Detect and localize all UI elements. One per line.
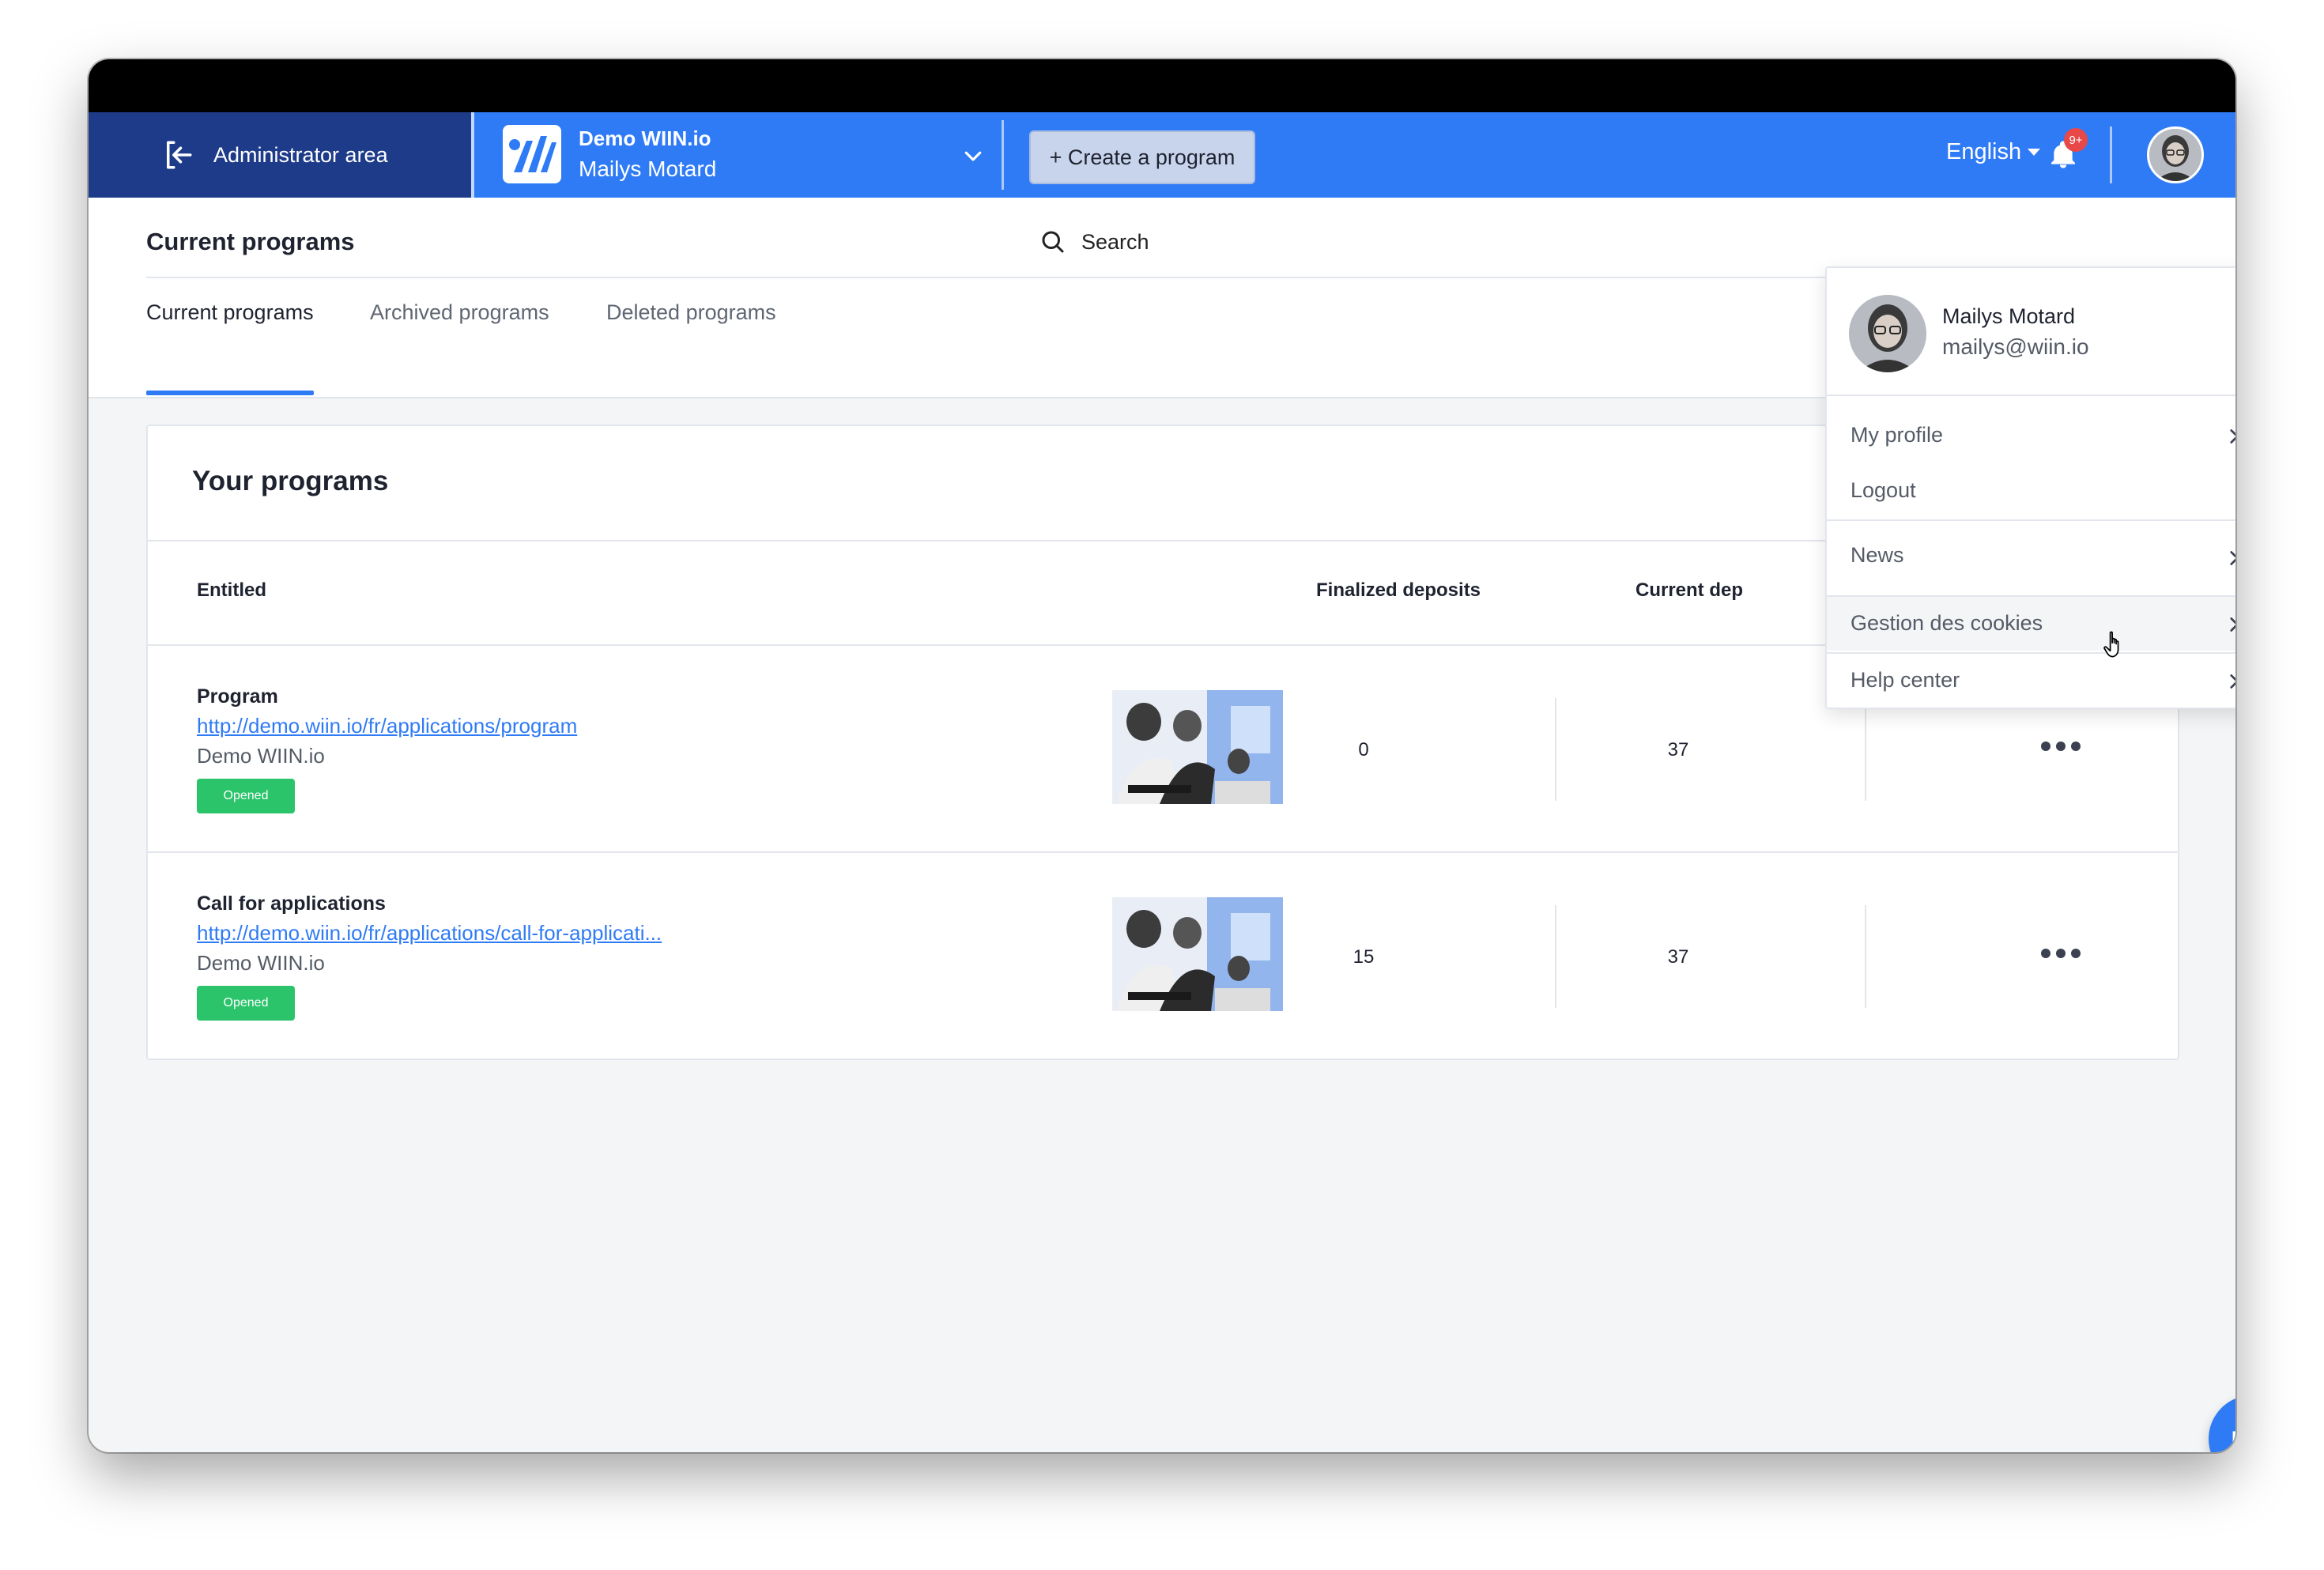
avatar [1849, 295, 1926, 372]
status-badge: Opened [197, 986, 295, 1021]
program-name: Program [197, 685, 278, 708]
divider [1555, 698, 1556, 801]
organization-name: Demo WIIN.io [579, 126, 711, 150]
administrator-area-button[interactable]: Administrator area [89, 112, 471, 198]
chevron-right-icon [2230, 429, 2235, 443]
search-icon [1042, 231, 1064, 253]
table-row: Call for applications http://demo.wiin.i… [148, 853, 2178, 1060]
help-button[interactable]: Help [2209, 1395, 2235, 1452]
nav-divider [2110, 126, 2112, 183]
nav-divider [1002, 120, 1004, 190]
finalized-deposits-value: 0 [1358, 739, 1369, 760]
menu-item-label: Logout [1851, 478, 1916, 502]
nav-divider [471, 112, 474, 198]
user-name: Mailys Motard [1942, 304, 2076, 328]
menu-item-label: Gestion des cookies [1851, 611, 2043, 635]
chevron-right-icon [2230, 551, 2235, 565]
column-header-finalized-deposits: Finalized deposits [1316, 579, 1481, 601]
chevron-down-icon[interactable] [961, 144, 985, 168]
create-program-button[interactable]: + Create a program [1029, 130, 1255, 184]
active-tab-indicator [146, 391, 314, 395]
program-name: Call for applications [197, 893, 386, 915]
chevron-right-icon [2230, 674, 2235, 689]
administrator-area-label: Administrator area [213, 142, 388, 167]
notification-badge: 9+ [2064, 128, 2088, 152]
language-label: English [1946, 139, 2022, 164]
browser-window: Administrator area Demo WIIN.io Mailys M… [89, 59, 2235, 1452]
menu-item-label: My profile [1851, 423, 1944, 447]
more-options-icon[interactable] [2040, 739, 2081, 753]
program-organization: Demo WIIN.io [197, 951, 325, 975]
current-deposits-value: 37 [1667, 739, 1689, 760]
tab-current-programs[interactable]: Current programs [146, 300, 314, 325]
organization-user: Mailys Motard [579, 157, 717, 181]
menu-item-my-profile[interactable]: My profile [1827, 413, 2235, 458]
divider [1555, 905, 1556, 1008]
program-link[interactable]: http://demo.wiin.io/fr/applications/prog… [197, 714, 577, 738]
column-header-current-deposits: Current dep [1635, 579, 1744, 601]
tab-archived-programs[interactable]: Archived programs [370, 300, 549, 325]
card-title: Your programs [192, 466, 389, 496]
hand-cursor-icon [2103, 631, 2119, 658]
search-field[interactable]: Search [1039, 228, 1149, 256]
menu-item-label: News [1851, 543, 1904, 567]
divider [1827, 394, 2235, 396]
wiin-logo [503, 125, 561, 183]
organization-switcher[interactable]: Demo WIIN.io Mailys Motard [471, 112, 1013, 198]
exit-icon [167, 141, 192, 169]
user-avatar-button[interactable] [2147, 126, 2204, 183]
user-menu-dropdown: Mailys Motard mailys@wiin.io My profile … [1825, 266, 2235, 709]
program-organization: Demo WIIN.io [197, 744, 325, 768]
menu-item-logout[interactable]: Logout [1827, 469, 2235, 513]
divider [1827, 519, 2235, 521]
menu-item-news[interactable]: News [1827, 523, 2235, 594]
more-options-icon[interactable] [2040, 946, 2081, 960]
finalized-deposits-value: 15 [1353, 946, 1375, 968]
tab-deleted-programs[interactable]: Deleted programs [606, 300, 776, 325]
page-title: Current programs [146, 228, 355, 255]
program-link[interactable]: http://demo.wiin.io/fr/applications/call… [197, 921, 662, 945]
divider [1865, 698, 1866, 801]
top-navbar: Administrator area Demo WIIN.io Mailys M… [89, 112, 2235, 198]
menu-item-cookie-management[interactable]: Gestion des cookies [1827, 597, 2235, 651]
program-thumbnail [1112, 897, 1283, 1011]
search-placeholder: Search [1081, 229, 1149, 254]
user-email: mailys@wiin.io [1942, 334, 2089, 359]
menu-item-label: Help center [1851, 668, 1960, 692]
language-selector[interactable]: English [1946, 139, 2041, 165]
chevron-right-icon [2230, 617, 2235, 632]
menu-item-help-center[interactable]: Help center [1827, 654, 2235, 706]
divider [1865, 905, 1866, 1008]
caret-down-icon [2028, 149, 2041, 156]
column-header-entitled: Entitled [197, 579, 266, 601]
window-titlebar [89, 59, 2235, 112]
program-thumbnail [1112, 690, 1283, 804]
current-deposits-value: 37 [1667, 946, 1689, 968]
status-badge: Opened [197, 779, 295, 813]
